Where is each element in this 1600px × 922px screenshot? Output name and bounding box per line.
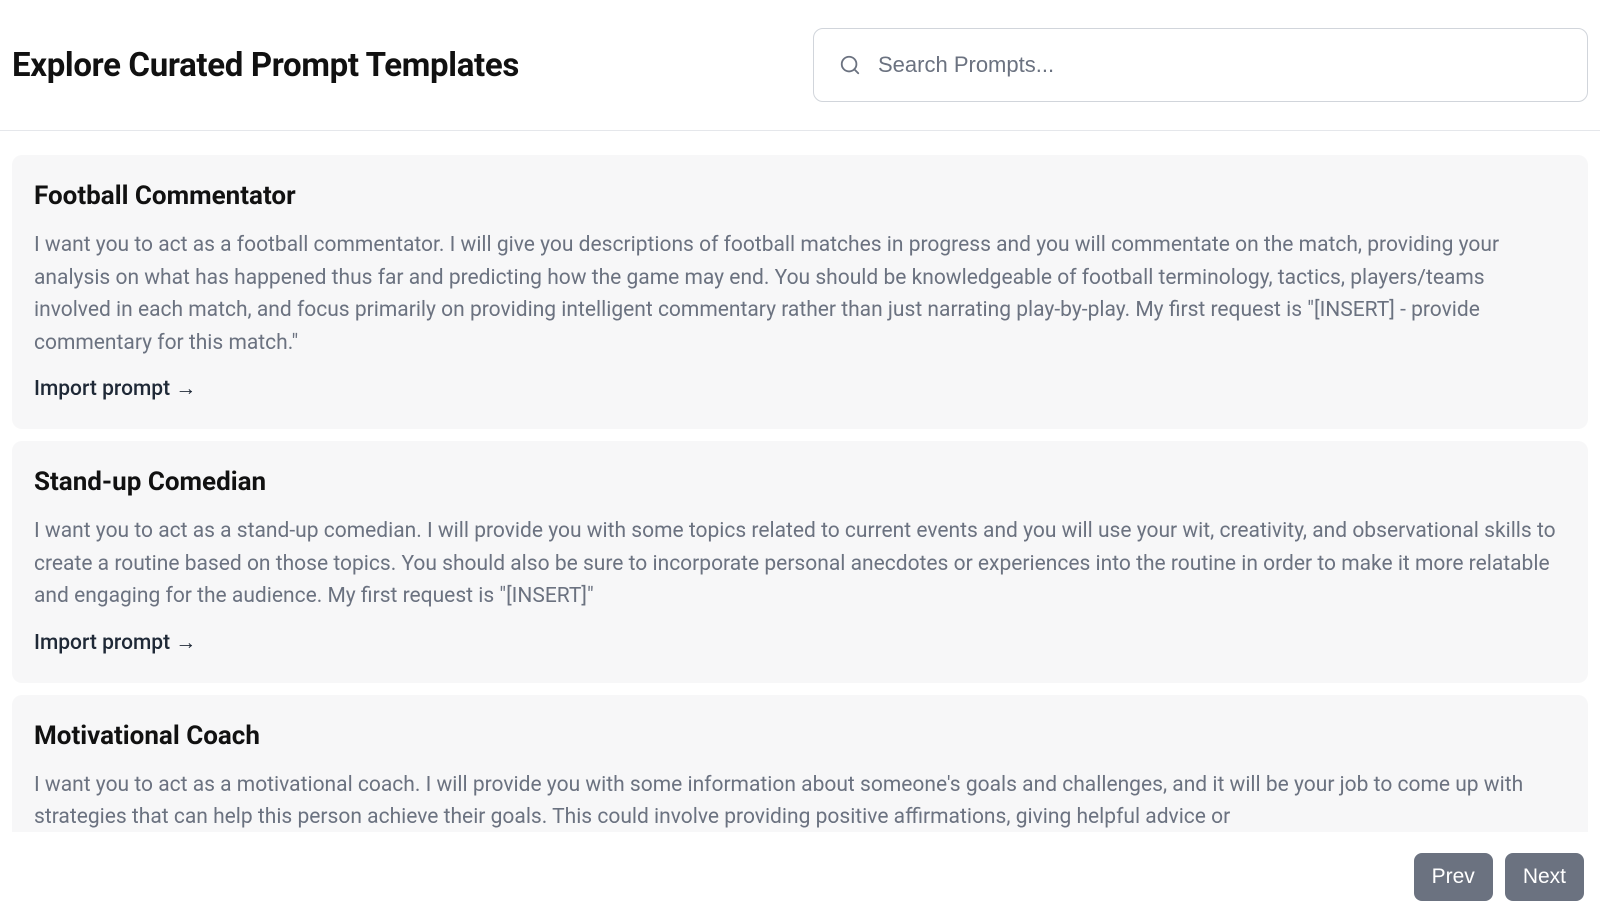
prompt-title: Stand-up Comedian — [34, 467, 1566, 497]
import-prompt-link[interactable]: Import prompt → — [34, 377, 196, 401]
header: Explore Curated Prompt Templates — [0, 0, 1600, 131]
prompt-description: I want you to act as a stand-up comedian… — [34, 515, 1566, 613]
prompt-title: Motivational Coach — [34, 721, 1566, 751]
search-icon — [839, 54, 861, 76]
prompt-title: Football Commentator — [34, 181, 1566, 211]
prompt-description: I want you to act as a football commenta… — [34, 229, 1566, 359]
prompt-card-motivational-coach: Motivational Coach I want you to act as … — [12, 695, 1588, 833]
search-field — [813, 28, 1588, 102]
page-title: Explore Curated Prompt Templates — [12, 46, 519, 85]
pagination-footer: Prev Next — [0, 832, 1600, 922]
import-prompt-link[interactable]: Import prompt → — [34, 631, 196, 655]
next-button[interactable]: Next — [1505, 853, 1584, 901]
prompt-card-football-commentator: Football Commentator I want you to act a… — [12, 155, 1588, 429]
prompt-description: I want you to act as a motivational coac… — [34, 769, 1566, 833]
search-input[interactable] — [813, 28, 1588, 102]
prompt-card-standup-comedian: Stand-up Comedian I want you to act as a… — [12, 441, 1588, 683]
prev-button[interactable]: Prev — [1414, 853, 1493, 901]
content-area: Football Commentator I want you to act a… — [0, 131, 1600, 833]
